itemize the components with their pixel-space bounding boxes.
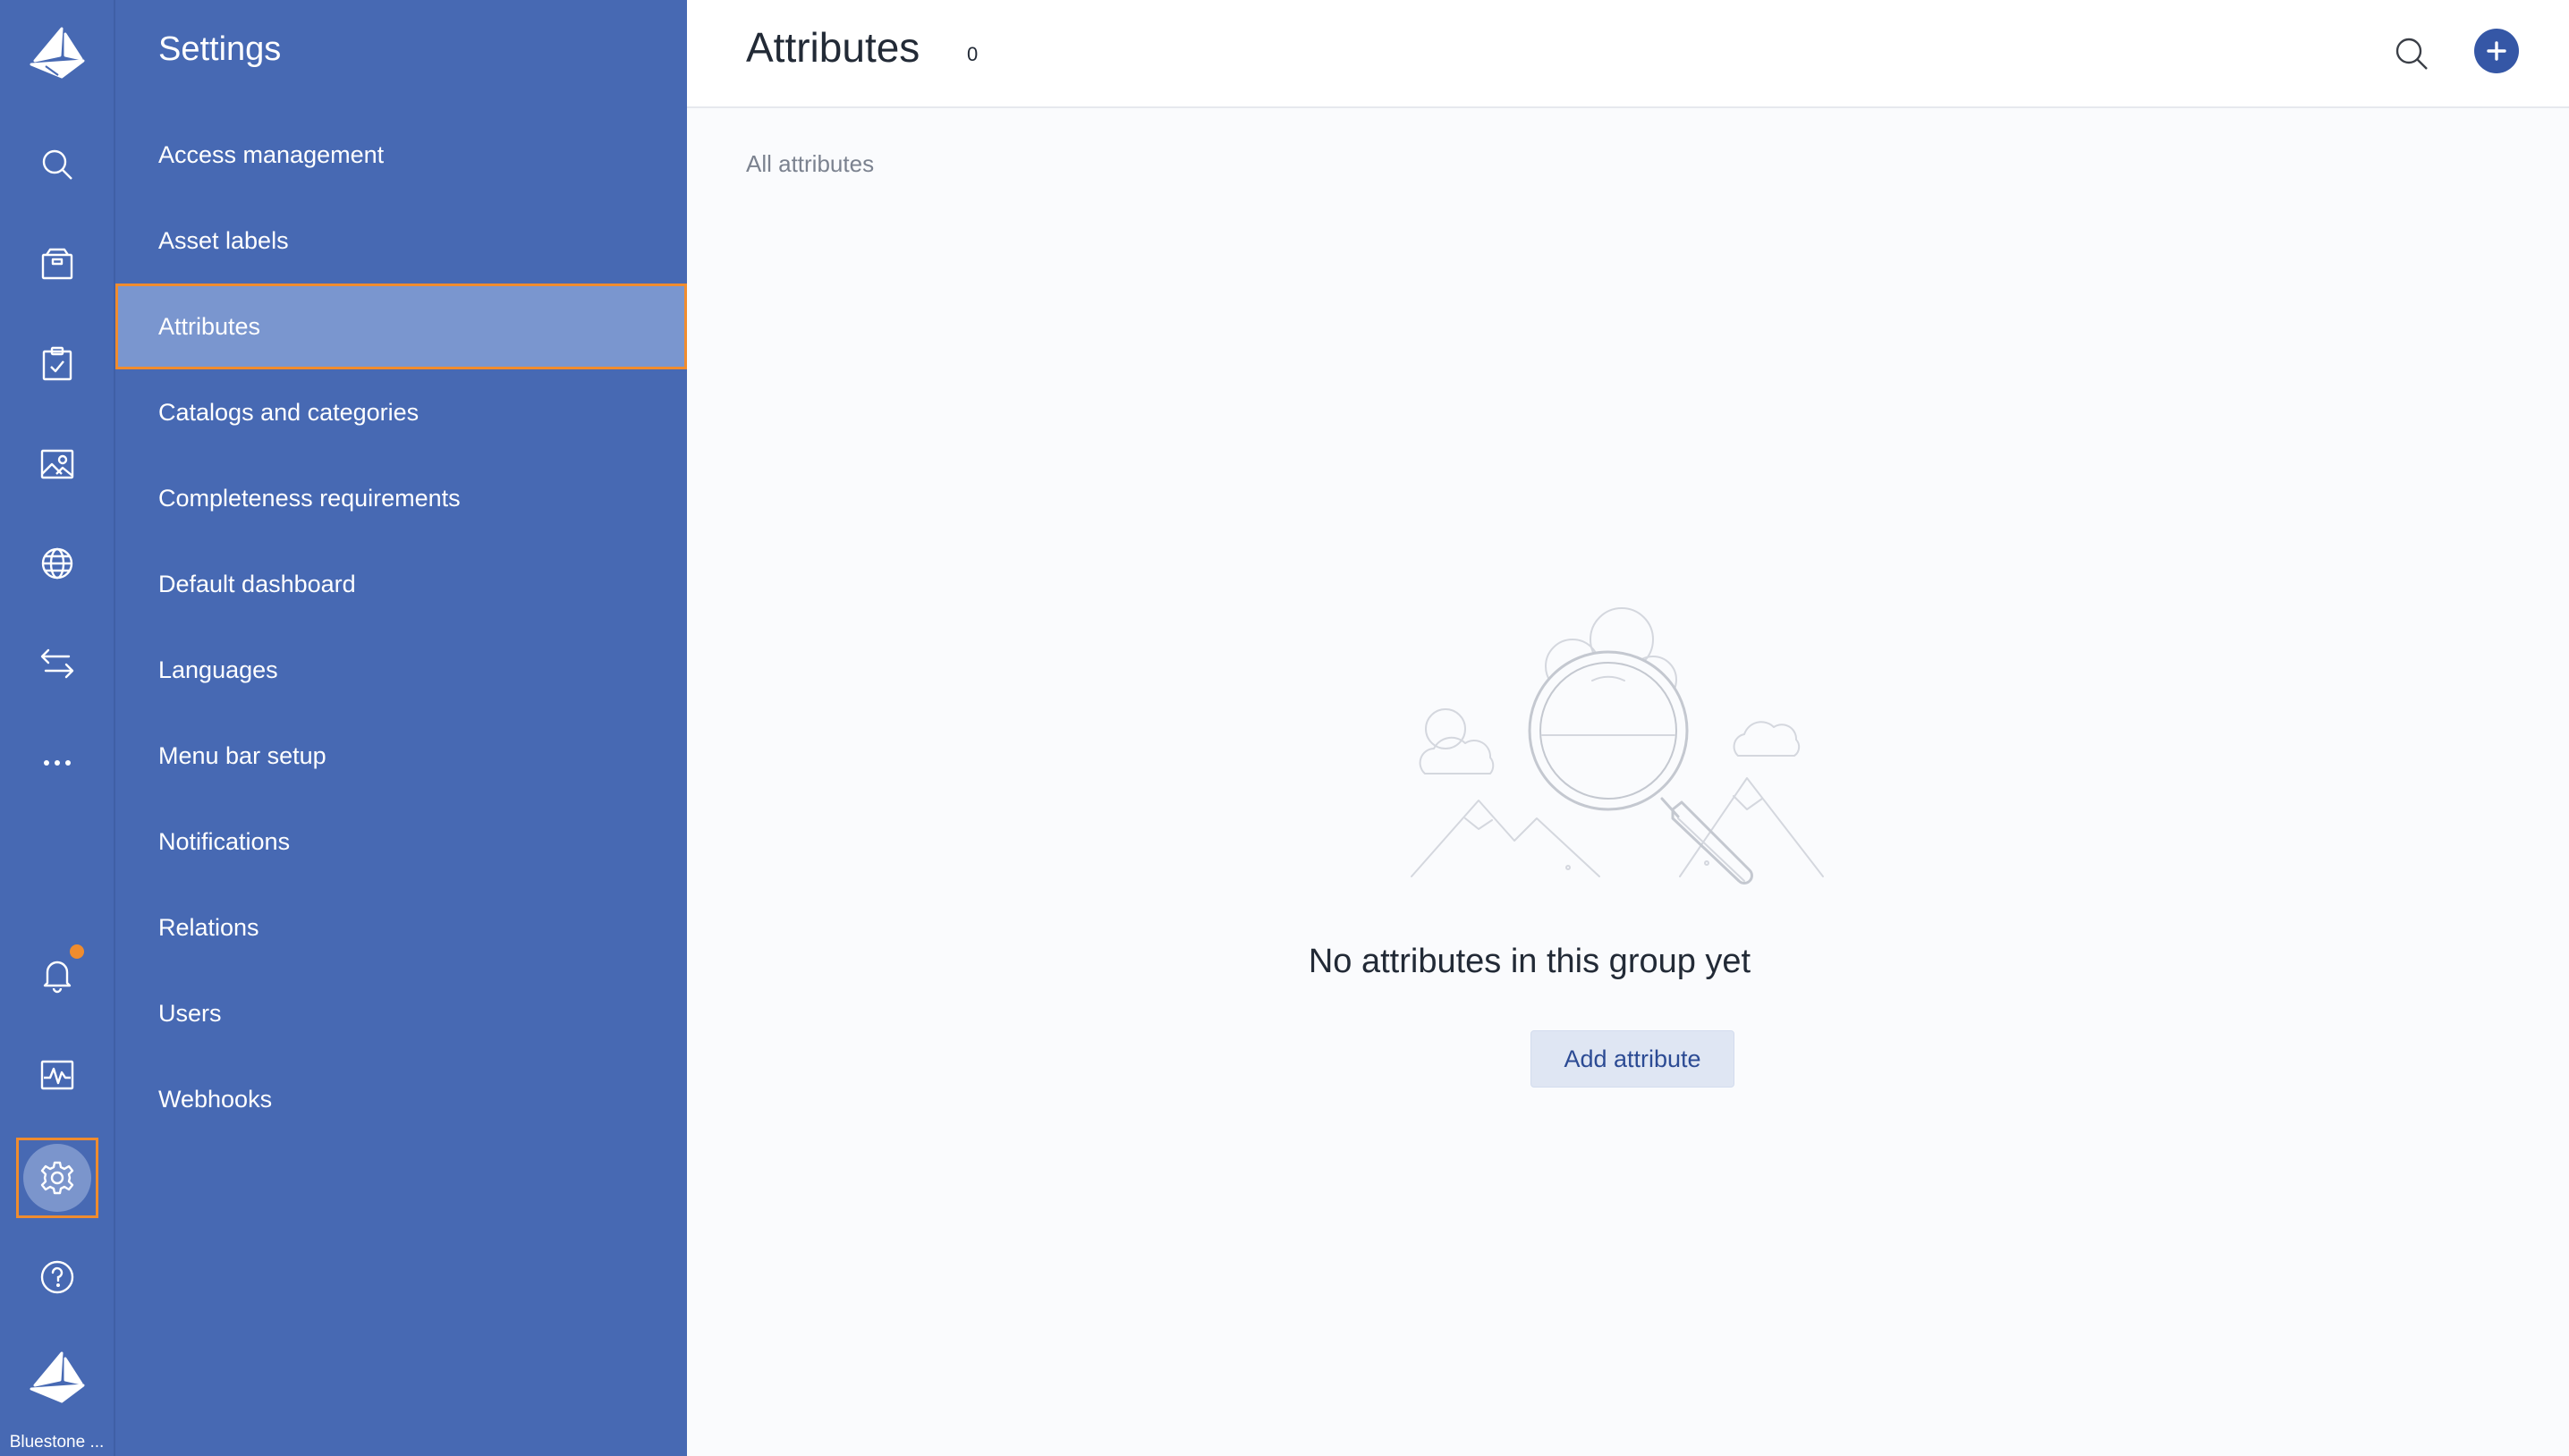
- add-attribute-button[interactable]: Add attribute: [1530, 1030, 1734, 1088]
- settings-item-attributes[interactable]: Attributes: [115, 284, 687, 369]
- rail-help[interactable]: [0, 1237, 114, 1317]
- clipboard-check-icon: [42, 346, 72, 381]
- bell-icon: [43, 961, 71, 994]
- sailboat-logo-icon: [30, 27, 84, 79]
- plus-icon: [2487, 41, 2506, 61]
- search-icon: [2395, 38, 2428, 70]
- gear-icon: [40, 1161, 74, 1195]
- rail-tasks[interactable]: [0, 324, 114, 404]
- header-add-button[interactable]: [2474, 29, 2519, 73]
- rail-channels[interactable]: [0, 523, 114, 604]
- rail-settings[interactable]: [16, 1138, 98, 1218]
- attribute-count: 0: [967, 43, 979, 65]
- settings-item-languages[interactable]: Languages: [115, 627, 687, 713]
- search-icon: [42, 149, 72, 180]
- sailboat-logo-icon: [30, 1351, 84, 1403]
- help-icon: [40, 1260, 73, 1294]
- icon-rail: Bluestone ...: [0, 0, 115, 1456]
- settings-item-relations[interactable]: Relations: [115, 885, 687, 970]
- settings-menu: Access management Asset labels Attribute…: [115, 112, 687, 1142]
- app-logo[interactable]: [0, 21, 114, 84]
- settings-title: Settings: [158, 30, 282, 68]
- image-icon: [40, 449, 73, 479]
- settings-item-default-dashboard[interactable]: Default dashboard: [115, 541, 687, 627]
- settings-item-users[interactable]: Users: [115, 970, 687, 1056]
- page-title: Attributes: [746, 24, 920, 71]
- group-label: All attributes: [746, 150, 875, 177]
- rail-search[interactable]: [0, 124, 114, 205]
- rail-settings-highlight: [23, 1144, 91, 1212]
- rail-more[interactable]: [0, 723, 114, 803]
- main-content: Attributes 0 All attributes No attribute…: [687, 0, 2569, 1456]
- settings-item-catalogs-and-categories[interactable]: Catalogs and categories: [115, 369, 687, 455]
- header-search-button[interactable]: [2388, 30, 2435, 77]
- package-icon: [41, 248, 72, 280]
- magnifier-clouds-illustration: [1411, 607, 1824, 885]
- settings-item-menu-bar-setup[interactable]: Menu bar setup: [115, 713, 687, 799]
- workspace-logo[interactable]: [0, 1346, 114, 1409]
- settings-item-notifications[interactable]: Notifications: [115, 799, 687, 885]
- settings-panel: Settings Access management Asset labels …: [115, 0, 687, 1456]
- settings-item-webhooks[interactable]: Webhooks: [115, 1056, 687, 1142]
- activity-chart-icon: [40, 1060, 73, 1090]
- rail-assets[interactable]: [0, 424, 114, 504]
- rail-products[interactable]: [0, 224, 114, 305]
- workspace-label[interactable]: Bluestone ...: [0, 1433, 114, 1452]
- more-dots-icon: [43, 760, 71, 766]
- globe-icon: [41, 547, 72, 580]
- settings-item-asset-labels[interactable]: Asset labels: [115, 198, 687, 284]
- empty-state-message: No attributes in this group yet: [1308, 943, 1751, 980]
- settings-item-completeness-requirements[interactable]: Completeness requirements: [115, 455, 687, 541]
- rail-notifications[interactable]: [0, 935, 114, 1015]
- arrows-exchange-icon: [40, 648, 73, 679]
- settings-item-access-management[interactable]: Access management: [115, 112, 687, 198]
- rail-monitoring[interactable]: [0, 1035, 114, 1115]
- rail-sync[interactable]: [0, 623, 114, 704]
- notification-badge: [70, 944, 84, 959]
- page-header: Attributes 0: [687, 0, 2569, 108]
